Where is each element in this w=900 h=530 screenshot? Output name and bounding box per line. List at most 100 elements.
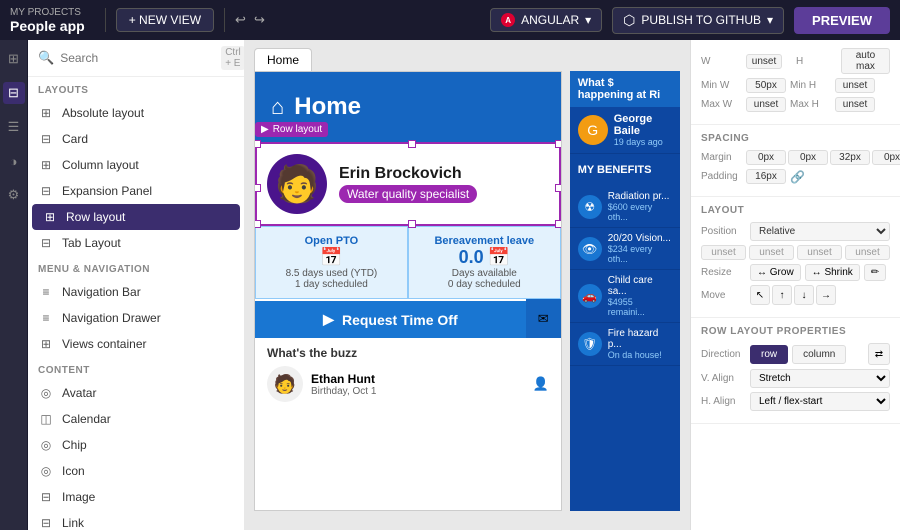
app-title: Home — [294, 93, 361, 121]
right-preview-panel: What $ happening at Ri G George Baile 19… — [570, 71, 680, 511]
row-layout-label: Row layout — [66, 210, 125, 224]
benefit-text-3: Child care sa... $4955 remaini... — [608, 275, 672, 317]
sidebar-item-navbar[interactable]: ≡ Navigation Bar — [28, 279, 244, 305]
tab-layout-label: Tab Layout — [62, 236, 121, 250]
new-view-button[interactable]: + NEW VIEW — [116, 8, 214, 32]
h-align-select[interactable]: Left / flex-start Center Right / flex-en… — [750, 392, 890, 411]
sidebar-item-views[interactable]: ⊞ Views container — [28, 331, 244, 357]
data-icon[interactable]: ☰ — [3, 116, 25, 138]
sidebar-item-column[interactable]: ⊞ Column layout — [28, 152, 244, 178]
layers-icon[interactable]: ⊞ — [3, 48, 25, 70]
views-icon: ⊞ — [38, 336, 54, 352]
sidebar-item-icon[interactable]: ◎ Icon — [28, 458, 244, 484]
preview-button[interactable]: PREVIEW — [794, 7, 890, 34]
handle-tm — [408, 140, 416, 148]
publish-button[interactable]: ⬡ PUBLISH TO GITHUB ▾ — [612, 7, 784, 34]
margin-top[interactable]: 0px — [746, 150, 786, 165]
w-value[interactable]: unset — [746, 54, 782, 69]
sidebar-item-image[interactable]: ⊟ Image — [28, 484, 244, 510]
position-select[interactable]: Relative Absolute Fixed — [750, 222, 890, 241]
min-w-value[interactable]: 50px — [746, 78, 786, 93]
sidebar-item-row[interactable]: ⊞ Row layout — [32, 204, 240, 230]
v-align-select[interactable]: Stretch Center Flex-start Flex-end — [750, 369, 890, 388]
settings-icon[interactable]: ⚙ — [3, 184, 25, 206]
buzz-avatar: 🧑 — [267, 366, 303, 402]
unset-bottom[interactable]: unset — [797, 245, 842, 260]
margin-bottom[interactable]: 32px — [830, 150, 870, 165]
absolute-layout-label: Absolute layout — [62, 106, 144, 120]
benefit-sub-2: $234 every oth... — [608, 244, 672, 264]
position-row: Position Relative Absolute Fixed — [701, 222, 890, 241]
undo-icon[interactable]: ↩ — [235, 12, 246, 28]
padding-value[interactable]: 16px — [746, 169, 786, 184]
margin-left[interactable]: 0px — [872, 150, 900, 165]
benefit-sub-4: On da house! — [608, 350, 672, 360]
move-row: Move ↖ ↑ ↓ → — [701, 285, 890, 305]
padding-link-icon[interactable]: 🔗 — [790, 170, 805, 184]
benefit-label-1: Radiation pr... — [608, 191, 672, 202]
search-icon: 🔍 — [38, 50, 54, 66]
profile-section[interactable]: 🧑 Erin Brockovich Water quality speciali… — [255, 142, 561, 226]
unset-left[interactable]: unset — [845, 245, 890, 260]
angular-selector[interactable]: A ANGULAR ▾ — [490, 8, 602, 32]
email-button[interactable]: ✉ — [526, 299, 561, 338]
swap-button[interactable]: ⇄ — [868, 343, 890, 365]
angular-logo: A — [501, 13, 515, 27]
max-w-value[interactable]: unset — [746, 97, 786, 112]
direction-row-button[interactable]: row — [750, 345, 788, 364]
sidebar-item-drawer[interactable]: ≡ Navigation Drawer — [28, 305, 244, 331]
avatar-icon: ◎ — [38, 385, 54, 401]
whats-happening-header: What $ happening at Ri — [570, 71, 680, 107]
move-up-button[interactable]: ↑ — [772, 285, 792, 305]
shrink-button[interactable]: ↔ Shrink — [805, 264, 860, 281]
undo-redo-icons: ↩ ↪ — [235, 12, 265, 28]
resize-edit-button[interactable]: ✏ — [864, 264, 886, 281]
properties-panel: W unset H auto max Min W 50px Min H unse… — [690, 40, 900, 530]
link-icon: ⊟ — [38, 515, 54, 530]
unset-top[interactable]: unset — [701, 245, 746, 260]
project-info: MY PROJECTS People app — [10, 7, 85, 34]
sidebar-item-tab[interactable]: ⊟ Tab Layout — [28, 230, 244, 256]
profile-avatar: 🧑 — [267, 154, 327, 214]
max-width-height-row: Max W unset Max H unset — [701, 97, 890, 112]
project-label: MY PROJECTS — [10, 7, 85, 18]
grow-button[interactable]: ↔ Grow — [750, 264, 801, 281]
buzz-title: What's the buzz — [267, 346, 549, 360]
buzz-person-info: Ethan Hunt Birthday, Oct 1 — [311, 372, 376, 397]
sidebar-item-absolute[interactable]: ⊞ Absolute layout — [28, 100, 244, 126]
search-input[interactable] — [60, 51, 215, 65]
position-label: Position — [701, 226, 746, 237]
h-value[interactable]: auto max — [841, 48, 890, 74]
buzz-birthday: Birthday, Oct 1 — [311, 386, 376, 397]
unset-right[interactable]: unset — [749, 245, 794, 260]
row-layout-container: ▶ Row layout — [255, 142, 561, 226]
redo-icon[interactable]: ↪ — [254, 12, 265, 28]
move-right-button[interactable]: → — [816, 285, 836, 305]
max-h-value[interactable]: unset — [835, 97, 875, 112]
benefit-icon-2: 👁 — [578, 237, 602, 261]
theme-icon[interactable]: ◑ — [3, 150, 25, 172]
sidebar-item-card[interactable]: ⊟ Card — [28, 126, 244, 152]
move-label: Move — [701, 290, 746, 301]
sidebar-item-expansion[interactable]: ⊟ Expansion Panel — [28, 178, 244, 204]
move-up-left-button[interactable]: ↖ — [750, 285, 770, 305]
buzz-person-name: Ethan Hunt — [311, 372, 376, 386]
max-h-label: Max H — [790, 99, 835, 110]
canvas-tab-home[interactable]: Home — [254, 48, 312, 71]
margin-right[interactable]: 0px — [788, 150, 828, 165]
request-time-off-button[interactable]: ▶ Request Time Off — [255, 301, 526, 338]
max-w-label: Max W — [701, 99, 746, 110]
move-down-button[interactable]: ↓ — [794, 285, 814, 305]
canvas-frame: ⌂ Home ▶ Row layout — [254, 71, 562, 511]
pto-days-used: 8.5 days used (YTD) — [264, 268, 399, 279]
components-icon[interactable]: ⊟ — [3, 82, 25, 104]
sidebar-item-calendar[interactable]: ◫ Calendar — [28, 406, 244, 432]
image-icon: ⊟ — [38, 489, 54, 505]
sidebar-item-chip[interactable]: ◎ Chip — [28, 432, 244, 458]
min-h-value[interactable]: unset — [835, 78, 875, 93]
buzz-item: 🧑 Ethan Hunt Birthday, Oct 1 👤 — [267, 366, 549, 402]
sidebar-item-link[interactable]: ⊟ Link — [28, 510, 244, 530]
direction-column-button[interactable]: column — [792, 345, 846, 364]
sidebar-item-avatar[interactable]: ◎ Avatar — [28, 380, 244, 406]
column-layout-label: Column layout — [62, 158, 139, 172]
